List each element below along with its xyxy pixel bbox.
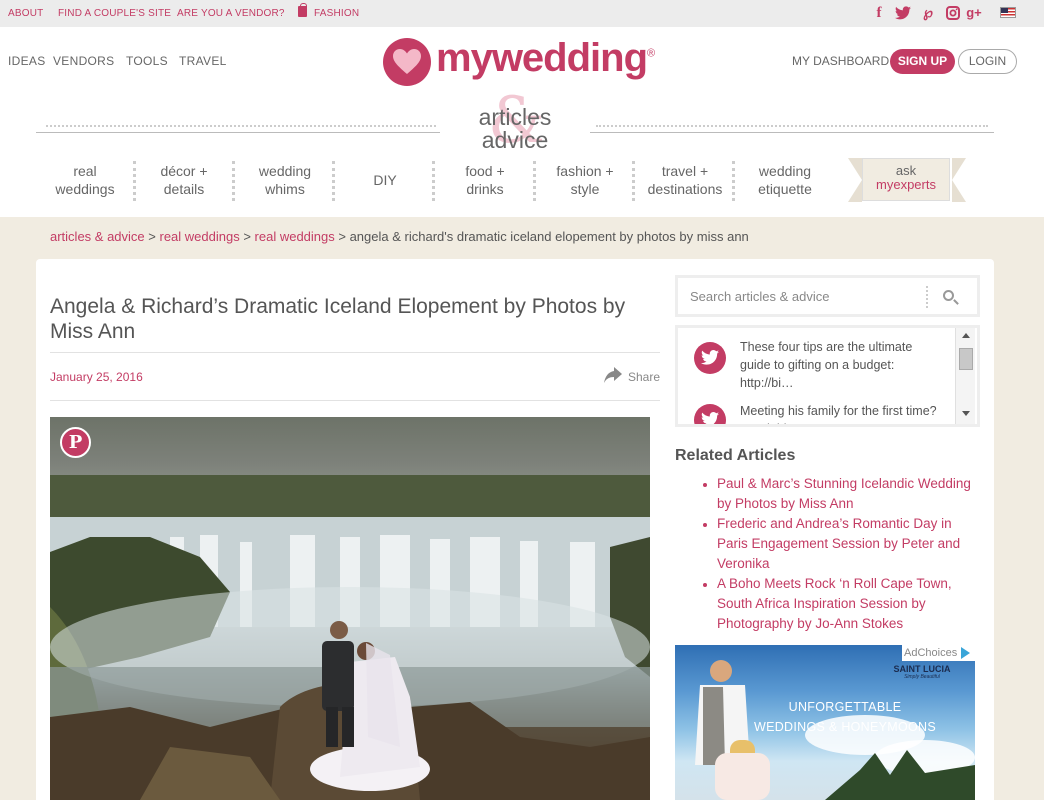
category-label-line2: details xyxy=(163,181,205,197)
tweet-text[interactable]: Meeting his family for the first time? R… xyxy=(740,402,940,424)
ad-headline-line2: WEDDINGS & HONEYMOONS xyxy=(753,720,936,734)
logo-wordmark: mywedding xyxy=(436,36,648,80)
category-real-weddings[interactable]: real weddings xyxy=(35,162,135,198)
category-wedding-etiquette[interactable]: wedding etiquette xyxy=(735,162,835,198)
section-title-line1: articles xyxy=(478,104,552,130)
ribbon-right-decoration xyxy=(952,158,966,202)
meta-divider xyxy=(50,400,660,401)
section-title-line2: advice xyxy=(481,127,549,153)
twitter-icon[interactable] xyxy=(894,3,912,23)
category-label-line2: etiquette xyxy=(758,181,812,197)
nav-ideas[interactable]: IDEAS xyxy=(8,54,46,68)
category-label-line2: destinations xyxy=(647,181,723,197)
logo-heart-icon[interactable] xyxy=(383,38,431,86)
related-article-link[interactable]: Paul & Marc’s Stunning Icelandic Wedding… xyxy=(700,474,975,514)
vendor-link[interactable]: ARE YOU A VENDOR? xyxy=(177,8,285,19)
top-bar: ABOUT FIND A COUPLE'S SITE ARE YOU A VEN… xyxy=(0,0,1044,27)
twitter-feed: These four tips are the ultimate guide t… xyxy=(675,325,980,427)
category-decor-details[interactable]: décor + details xyxy=(134,162,234,198)
category-wedding-whims[interactable]: wedding whims xyxy=(235,162,335,198)
scrollbar-thumb[interactable] xyxy=(959,348,973,370)
category-diy[interactable]: DIY xyxy=(335,171,435,189)
about-link[interactable]: ABOUT xyxy=(8,8,43,19)
category-label-line2: whims xyxy=(265,181,305,197)
twitter-icon xyxy=(694,342,726,374)
ad-brand-logo: SAINT LUCIA Simply Beautiful xyxy=(886,664,958,680)
breadcrumb-real-weddings-sub[interactable]: real weddings xyxy=(255,229,335,244)
header-rule-left xyxy=(36,132,440,133)
pinterest-save-icon[interactable]: P xyxy=(60,427,91,458)
myexperts-label: myexperts xyxy=(876,177,936,192)
related-article-link[interactable]: A Boho Meets Rock ‘n Roll Cape Town, Sou… xyxy=(700,574,975,634)
breadcrumb-real-weddings[interactable]: real weddings xyxy=(159,229,239,244)
nav-tools[interactable]: TOOLS xyxy=(126,54,168,68)
login-button[interactable]: LOGIN xyxy=(958,49,1017,74)
sign-up-button[interactable]: SIGN UP xyxy=(890,49,955,74)
registered-mark: ® xyxy=(647,47,655,60)
share-icon[interactable] xyxy=(604,367,622,386)
instagram-icon[interactable] xyxy=(944,3,962,23)
category-label-line1: décor + xyxy=(160,163,208,179)
article-date: January 25, 2016 xyxy=(50,370,143,384)
find-couples-site-link[interactable]: FIND A COUPLE'S SITE xyxy=(58,8,171,19)
share-button[interactable]: Share xyxy=(628,370,660,384)
my-dashboard-link[interactable]: MY DASHBOARD xyxy=(792,54,889,68)
fashion-link[interactable]: FASHION xyxy=(314,8,359,19)
nav-travel[interactable]: TRAVEL xyxy=(179,54,227,68)
category-label-line2: weddings xyxy=(55,181,115,197)
tweet-scrollbar[interactable] xyxy=(955,328,975,424)
ad-headline: UNFORGETTABLE WEDDINGS & HONEYMOONS xyxy=(745,697,945,737)
adchoices-label[interactable]: AdChoices xyxy=(902,645,975,661)
category-label-line1: wedding xyxy=(258,163,312,179)
breadcrumb: articles & advice > real weddings > real… xyxy=(50,229,749,244)
category-label-line1: real xyxy=(73,163,97,179)
category-label-line1: food + xyxy=(465,163,505,179)
category-label-line1: travel + xyxy=(661,163,709,179)
title-divider xyxy=(50,352,660,353)
article-photo[interactable] xyxy=(50,417,650,800)
shopping-bag-icon xyxy=(298,3,307,17)
adchoices-text: AdChoices xyxy=(904,647,958,659)
tweet-text[interactable]: These four tips are the ultimate guide t… xyxy=(740,338,940,392)
breadcrumb-current: angela & richard's dramatic iceland elop… xyxy=(349,229,749,244)
related-article-link[interactable]: Frederic and Andrea’s Romantic Day in Pa… xyxy=(700,514,975,574)
scroll-down-arrow-icon[interactable] xyxy=(962,411,970,416)
breadcrumb-articles-advice[interactable]: articles & advice xyxy=(50,229,145,244)
article-title: Angela & Richard’s Dramatic Iceland Elop… xyxy=(50,295,626,343)
article-search xyxy=(675,275,980,317)
category-label-line1: wedding xyxy=(758,163,812,179)
ad-headline-line1: UNFORGETTABLE xyxy=(788,700,902,714)
category-fashion-style[interactable]: fashion + style xyxy=(535,162,635,198)
category-food-drinks[interactable]: food + drinks xyxy=(435,162,535,198)
related-articles-list: Paul & Marc’s Stunning Icelandic Wedding… xyxy=(700,474,975,634)
ribbon-left-decoration xyxy=(848,158,862,202)
ask-label: ask xyxy=(895,163,917,178)
category-label-line2: style xyxy=(570,181,600,197)
facebook-icon[interactable]: f xyxy=(870,3,888,23)
site-header: IDEAS VENDORS TOOLS TRAVEL mywedding® MY… xyxy=(0,27,1044,217)
ad-brand-tagline: Simply Beautiful xyxy=(904,674,940,680)
category-label-line2: drinks xyxy=(466,181,504,197)
ad-brand-name: SAINT LUCIA xyxy=(893,664,951,674)
section-title: articles advice xyxy=(440,106,590,152)
header-dotted-rule-left xyxy=(46,125,436,128)
related-articles-heading: Related Articles xyxy=(675,447,796,464)
nav-vendors[interactable]: VENDORS xyxy=(53,54,114,68)
header-rule-right xyxy=(590,132,994,133)
adchoices-icon xyxy=(961,647,970,659)
header-dotted-rule-right xyxy=(596,125,988,128)
ask-myexperts-button[interactable]: ask myexperts xyxy=(862,158,950,201)
search-icon[interactable] xyxy=(943,290,954,301)
us-flag-icon[interactable] xyxy=(1000,7,1016,18)
twitter-icon xyxy=(694,404,726,424)
scroll-up-arrow-icon[interactable] xyxy=(962,333,970,338)
logo-text[interactable]: mywedding® xyxy=(436,36,655,81)
search-separator xyxy=(926,286,928,308)
google-plus-icon[interactable]: g+ xyxy=(965,3,983,23)
search-input[interactable] xyxy=(690,286,920,306)
category-travel-destinations[interactable]: travel + destinations xyxy=(635,162,735,198)
category-label-line1: fashion + xyxy=(556,163,614,179)
pinterest-icon[interactable]: ℘ xyxy=(919,3,937,23)
